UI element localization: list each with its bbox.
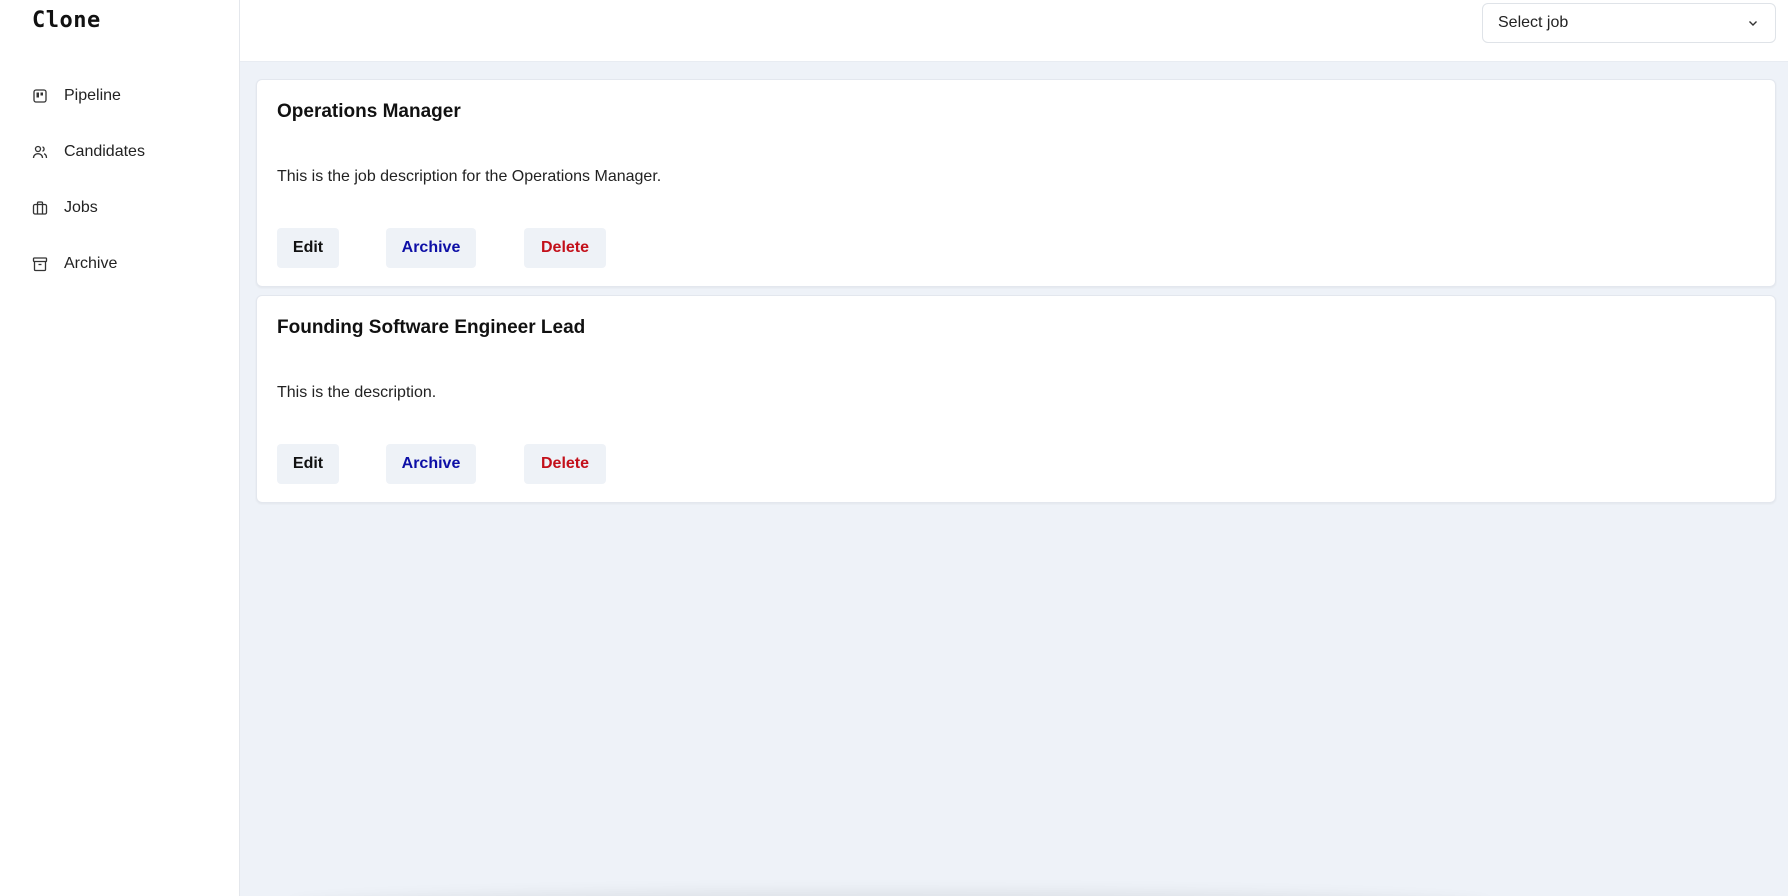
job-card: Operations Manager This is the job descr…: [256, 79, 1776, 287]
sidebar-item-label: Pipeline: [64, 87, 121, 104]
job-description: This is the description.: [277, 384, 437, 401]
sidebar-item-label: Archive: [64, 255, 118, 272]
job-description: This is the job description for the Oper…: [277, 168, 662, 185]
job-select-dropdown[interactable]: Select job: [1482, 3, 1776, 43]
delete-button[interactable]: Delete: [524, 444, 606, 484]
briefcase-icon: [32, 200, 48, 216]
sidebar-nav: Pipeline Candidates Jobs Archive: [0, 68, 240, 292]
bottom-shadow: [290, 890, 1490, 896]
top-bar: Select job: [240, 0, 1788, 62]
delete-button[interactable]: Delete: [524, 228, 606, 268]
archive-button[interactable]: Archive: [386, 228, 476, 268]
edit-button[interactable]: Edit: [277, 444, 339, 484]
sidebar-item-candidates[interactable]: Candidates: [0, 124, 240, 180]
archive-button[interactable]: Archive: [386, 444, 476, 484]
users-icon: [32, 144, 48, 160]
sidebar: Clone Pipeline Candidates Jobs Archive: [0, 0, 240, 896]
edit-button[interactable]: Edit: [277, 228, 339, 268]
pipeline-icon: [32, 88, 48, 104]
sidebar-item-pipeline[interactable]: Pipeline: [0, 68, 240, 124]
sidebar-item-label: Candidates: [64, 143, 145, 160]
sidebar-item-label: Jobs: [64, 199, 98, 216]
app-root: Clone Pipeline Candidates Jobs Archive S…: [0, 0, 1788, 896]
job-title: Operations Manager: [277, 101, 461, 122]
archive-icon: [32, 256, 48, 272]
sidebar-item-jobs[interactable]: Jobs: [0, 180, 240, 236]
sidebar-item-archive[interactable]: Archive: [0, 236, 240, 292]
job-card: Founding Software Engineer Lead This is …: [256, 295, 1776, 503]
job-title: Founding Software Engineer Lead: [277, 317, 586, 338]
main-content: Operations Manager This is the job descr…: [240, 62, 1788, 896]
app-logo[interactable]: Clone: [32, 8, 101, 33]
job-select-value: Select job: [1498, 14, 1569, 31]
chevron-down-icon: [1746, 16, 1760, 30]
